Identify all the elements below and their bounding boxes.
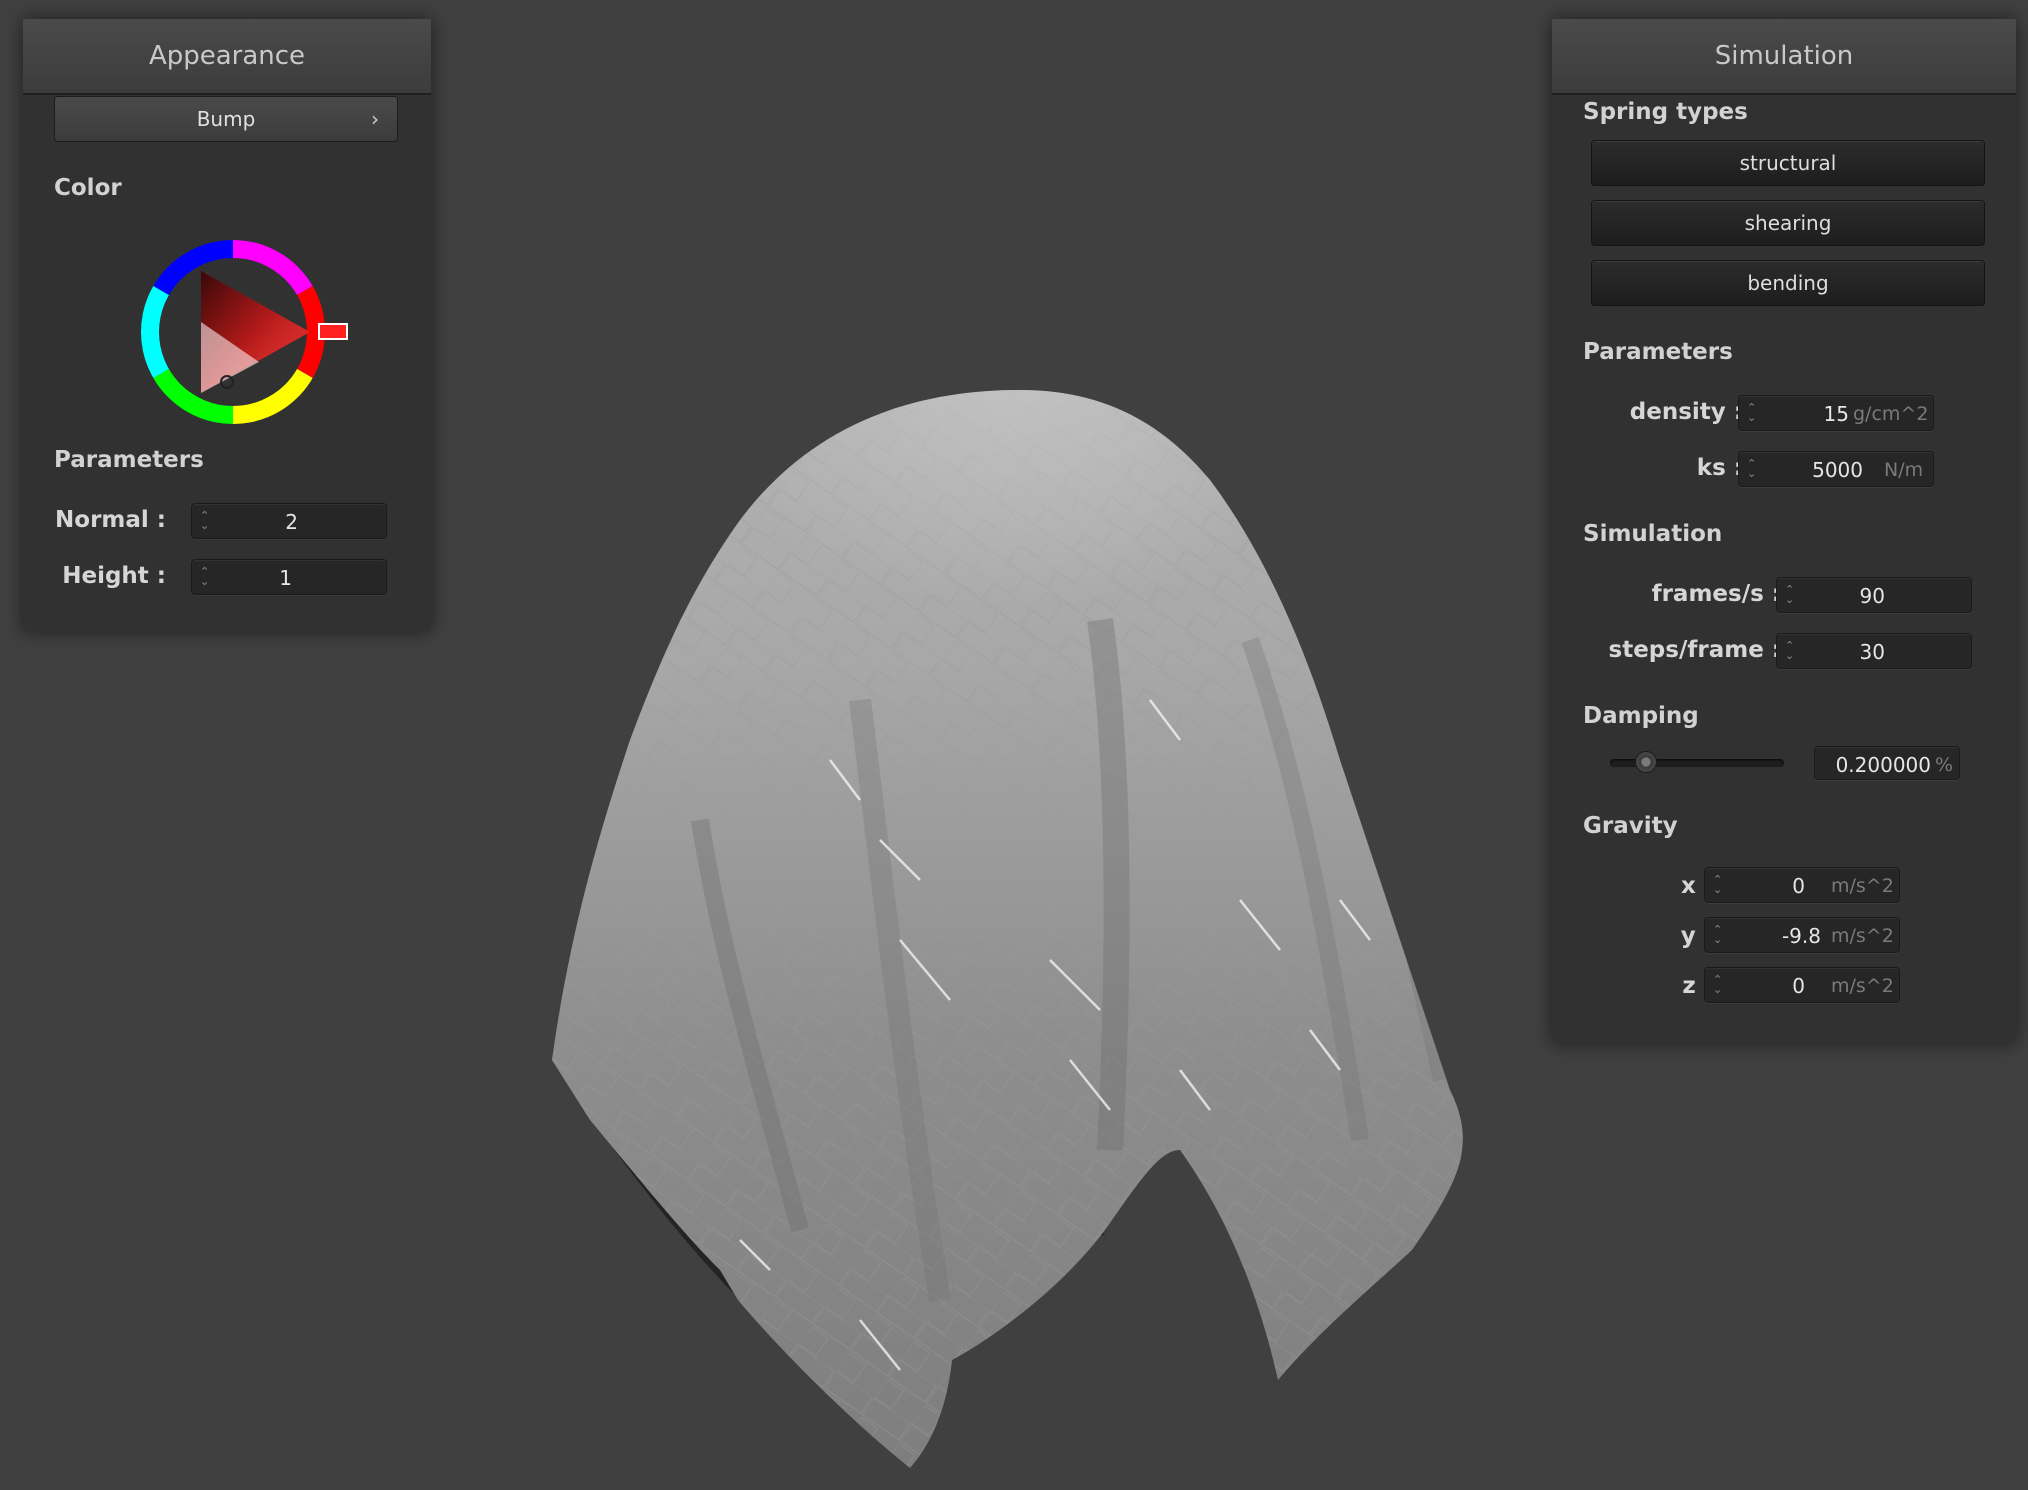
height-label: Height : (62, 563, 166, 589)
simulation-panel: Simulation Spring types structural shear… (1552, 19, 2016, 1043)
density-input[interactable]: ⌃ ⌄ 15 g/cm^2 (1738, 395, 1934, 431)
height-input[interactable]: ⌃ ⌄ 1 (191, 559, 387, 595)
simulation-parameters-title: Parameters (1583, 339, 1733, 365)
gravity-x-unit: m/s^2 (1831, 875, 1894, 897)
frames-per-sec-label: frames/s : (1651, 581, 1781, 607)
spin-arrows-icon[interactable]: ⌃ ⌄ (200, 560, 214, 594)
density-label: density : (1629, 399, 1743, 425)
density-value: 15 (1823, 402, 1849, 426)
ks-input[interactable]: ⌃ ⌄ 5000 N/m (1738, 451, 1934, 487)
gravity-z-unit: m/s^2 (1831, 975, 1894, 997)
gravity-y-input[interactable]: ⌃ ⌄ -9.8 m/s^2 (1704, 917, 1900, 953)
spring-types-title: Spring types (1583, 99, 1748, 125)
cloth-mesh (552, 390, 1463, 1468)
appearance-panel: Appearance Bump › Color Parameters Norma… (23, 19, 431, 631)
simulation-panel-title: Simulation (1552, 19, 2016, 95)
gravity-x-input[interactable]: ⌃ ⌄ 0 m/s^2 (1704, 867, 1900, 903)
gravity-z-value: 0 (1792, 974, 1805, 998)
damping-value: 0.200000 (1835, 753, 1931, 777)
spin-arrows-icon[interactable]: ⌃ ⌄ (1747, 452, 1761, 486)
chevron-right-icon: › (371, 107, 379, 131)
gravity-y-label: y : (1680, 923, 1713, 949)
spin-arrows-icon[interactable]: ⌃ ⌄ (1747, 396, 1761, 430)
damping-title: Damping (1583, 703, 1699, 729)
spin-arrows-icon[interactable]: ⌃ ⌄ (1785, 634, 1799, 668)
simulation-section-title: Simulation (1583, 521, 1723, 547)
bump-mode-dropdown[interactable]: Bump › (54, 96, 398, 142)
ks-unit: N/m (1884, 459, 1924, 481)
steps-per-frame-value: 30 (1859, 640, 1885, 664)
spin-arrows-icon[interactable]: ⌃ ⌄ (1713, 918, 1727, 952)
normal-label: Normal : (55, 507, 166, 533)
gravity-y-value: -9.8 (1781, 924, 1821, 948)
gravity-z-input[interactable]: ⌃ ⌄ 0 m/s^2 (1704, 967, 1900, 1003)
spin-arrows-icon[interactable]: ⌃ ⌄ (200, 504, 214, 538)
shearing-spring-button[interactable]: shearing (1591, 200, 1985, 246)
spin-arrows-icon[interactable]: ⌃ ⌄ (1785, 578, 1799, 612)
color-wheel-icon[interactable] (139, 222, 359, 442)
ks-value: 5000 (1812, 458, 1863, 482)
appearance-panel-title: Appearance (23, 19, 431, 95)
appearance-parameters-title: Parameters (54, 447, 204, 473)
frames-per-sec-input[interactable]: ⌃ ⌄ 90 (1776, 577, 1972, 613)
gravity-x-value: 0 (1792, 874, 1805, 898)
structural-spring-button[interactable]: structural (1591, 140, 1985, 186)
frames-per-sec-value: 90 (1859, 584, 1885, 608)
bending-spring-button[interactable]: bending (1591, 260, 1985, 306)
damping-slider[interactable] (1610, 751, 1784, 773)
gravity-y-unit: m/s^2 (1831, 925, 1894, 947)
height-value: 1 (279, 566, 292, 590)
steps-per-frame-label: steps/frame : (1608, 637, 1781, 663)
spin-arrows-icon[interactable]: ⌃ ⌄ (1713, 968, 1727, 1002)
damping-unit: % (1935, 754, 1954, 776)
density-unit: g/cm^2 (1853, 403, 1929, 425)
damping-input[interactable]: 0.200000 % (1814, 746, 1960, 780)
slider-handle[interactable] (1635, 751, 1657, 773)
dropdown-value: Bump (196, 107, 256, 131)
gravity-x-label: x : (1680, 873, 1713, 899)
gravity-title: Gravity (1583, 813, 1678, 839)
normal-value: 2 (285, 510, 298, 534)
color-section-title: Color (54, 175, 122, 201)
gravity-z-label: z : (1682, 973, 1713, 999)
ks-label: ks : (1696, 455, 1743, 481)
normal-input[interactable]: ⌃ ⌄ 2 (191, 503, 387, 539)
steps-per-frame-input[interactable]: ⌃ ⌄ 30 (1776, 633, 1972, 669)
spin-arrows-icon[interactable]: ⌃ ⌄ (1713, 868, 1727, 902)
